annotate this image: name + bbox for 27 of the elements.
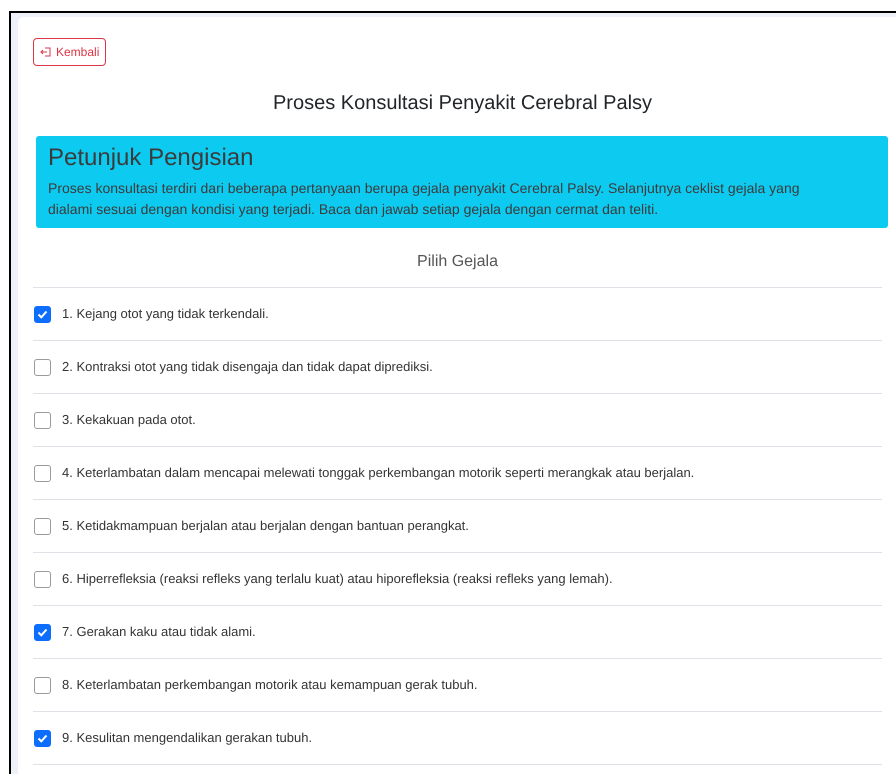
- check-icon: [37, 626, 48, 638]
- back-button[interactable]: Kembali: [33, 38, 106, 66]
- symptom-label: 1. Kejang otot yang tidak terkendali.: [62, 305, 269, 324]
- exit-icon: [40, 46, 52, 58]
- symptom-label: 3. Kekakuan pada otot.: [62, 411, 196, 430]
- symptom-label: 5. Ketidakmampuan berjalan atau berjalan dengan bantuan perangkat.: [62, 517, 469, 536]
- symptoms-heading: Pilih Gejala: [416, 252, 499, 272]
- symptom-label: 2. Kontraksi otot yang tidak disengaja dan tidak dapat diprediksi.: [62, 358, 433, 376]
- checkbox[interactable]: [34, 570, 51, 588]
- symptom-label: 6. Hiperrefleksia (reaksi refleks yang terlalu kuat) atau hiporefleksia (reaksi refleks yang lemah).: [62, 570, 613, 588]
- symptom-label: 4. Keterlambatan dalam mencapai melewati tonggak perkembangan motorik seperti merangkak atau berjalan.: [62, 464, 694, 482]
- page-title: Proses Konsultasi Penyakit Cerebral Palsy: [272, 91, 654, 116]
- checkbox[interactable]: [34, 676, 51, 694]
- symptom-label: 9. Kesulitan mengendalikan gerakan tubuh.: [62, 729, 312, 748]
- checkbox[interactable]: [34, 518, 51, 534]
- checkbox[interactable]: [34, 464, 51, 482]
- check-icon: [37, 732, 48, 744]
- checkbox[interactable]: [34, 358, 51, 376]
- instructions-heading: Petunjuk Pengisian: [48, 143, 254, 173]
- checkbox[interactable]: [34, 624, 51, 640]
- checkbox[interactable]: [34, 306, 51, 322]
- check-icon: [37, 308, 48, 320]
- symptom-label: 7. Gerakan kaku atau tidak alami.: [62, 623, 256, 642]
- instructions-text: Proses konsultasi terdiri dari beberapa pertanyaan berupa gejala penyakit Cerebral Palsy. Selanjutnya ceklist gejala yang dialami sesuai dengan kondisi yang terjadi. Baca dan jawab setiap gejala dengan cermat dan teliti.: [48, 179, 801, 219]
- checkbox[interactable]: [34, 730, 51, 746]
- symptom-label: 8. Keterlambatan perkembangan motorik atau kemampuan gerak tubuh.: [62, 676, 478, 694]
- checkbox[interactable]: [34, 412, 51, 428]
